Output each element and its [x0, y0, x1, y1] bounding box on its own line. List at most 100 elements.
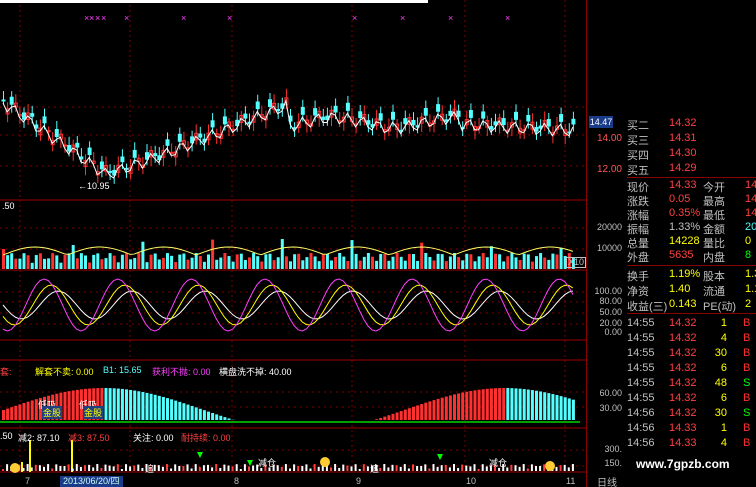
stat-row: 振幅 1.33% 金额 204 [627, 221, 756, 236]
volume-bar [178, 254, 182, 269]
indicator-bar [473, 390, 477, 420]
volume-bar [289, 261, 292, 269]
ind4-label-a: .50 [0, 431, 13, 441]
indicator-bar [432, 400, 436, 420]
indicator4-bar [522, 464, 525, 471]
candle-body [165, 139, 170, 146]
indicator4-bar [198, 466, 201, 471]
indicator-bar [395, 412, 399, 420]
indicator-bar [174, 400, 178, 420]
indicator-bar [559, 396, 563, 420]
indicator4-bar [219, 467, 222, 471]
candle-body [436, 104, 441, 112]
volume-bar [260, 261, 264, 269]
volume-bar [125, 253, 128, 269]
stat-row: 总量 14228 量比 0 [627, 235, 756, 250]
indicator4-bar [2, 469, 4, 471]
volume-bar [256, 256, 260, 269]
volume-bar [149, 254, 153, 269]
volume-bar [317, 261, 321, 269]
candle-body [366, 120, 371, 125]
volume-bar [506, 256, 510, 269]
indicator-bar [63, 391, 67, 420]
volume-bar [559, 247, 563, 269]
indicator4-bar [104, 464, 107, 471]
indicator4-bar [473, 464, 476, 471]
volume-bar [457, 257, 461, 269]
indicator4-bar [539, 465, 542, 471]
stat-row: 涨幅 0.35% 最低 14 [627, 207, 756, 222]
bid-level-price: 14.30 [669, 147, 697, 159]
indicator-bar [424, 402, 428, 420]
indicator4-bar [194, 464, 197, 471]
indicator-bar [530, 390, 534, 420]
volume-bar [375, 260, 379, 269]
volume-bar [485, 257, 489, 269]
volume-bar [211, 239, 215, 269]
volume-bar [305, 257, 309, 269]
candle-body [276, 109, 281, 112]
stat-row: 净资 1.40 流通 1.1 [627, 283, 756, 298]
tick-row: 14:55 14.32 6 B [627, 362, 756, 376]
candle-body [345, 102, 350, 111]
indicator4-bar [207, 464, 209, 471]
indicator4-bar [26, 464, 29, 471]
tick-time: 14:55 [627, 332, 655, 344]
volume-bar [194, 253, 198, 269]
tick-time: 14:55 [627, 362, 655, 374]
volume-bar [526, 254, 530, 269]
tick-side: B [743, 332, 751, 344]
bid-level-label: 买二 [627, 120, 649, 132]
indicator-bar [186, 404, 190, 420]
candle-body [358, 111, 363, 119]
indicator4-bar [346, 465, 349, 471]
indicator-bar [494, 388, 497, 420]
volume-bar [43, 258, 46, 269]
indicator-bar [71, 390, 75, 420]
indicator4-bar [330, 467, 332, 471]
stat-label: 股本 [703, 271, 725, 283]
volume-bar [248, 257, 251, 269]
indicator4-bar [22, 467, 25, 471]
volume-bar [293, 254, 297, 269]
volume-bar [30, 262, 34, 269]
indicator-bar [207, 411, 210, 420]
candle-body [222, 116, 227, 125]
indicator4-bar [309, 468, 312, 471]
indicator-bar [10, 407, 14, 420]
volume-bar [215, 259, 219, 269]
volume-bar [330, 260, 333, 269]
indicator4-bar [55, 464, 58, 471]
indicator4-bar [301, 465, 304, 471]
chart-area[interactable]: × × × × × × × × × × × ←10.95 14.00 12.00 .50 20000… [0, 0, 622, 487]
volume-bar [444, 261, 448, 269]
stat-value: 1.33% [669, 221, 701, 233]
indicator-bar [18, 404, 22, 420]
candle-body [132, 149, 137, 158]
volume-bar [510, 253, 514, 269]
volume-bar [2, 249, 5, 269]
volume-bar [84, 255, 87, 269]
stat-value: 14228 [669, 235, 700, 247]
indicator4-bar [289, 468, 291, 471]
ind3-label-e: 横盘洗不掉: 40.00 [219, 367, 292, 377]
candle-body [124, 167, 129, 170]
indicator-bar [567, 398, 571, 420]
indicator-bar [420, 404, 424, 420]
volume-panel-label: .50 [2, 201, 15, 211]
indicator-bar [223, 417, 227, 420]
indicator-bar [485, 388, 489, 420]
indicator-bar [170, 399, 174, 420]
candle-body [1, 99, 6, 102]
candle-body [22, 112, 26, 120]
candle-body [34, 124, 39, 129]
indicator-bar [563, 397, 567, 420]
indicator-bar [555, 395, 559, 420]
volume-bar [428, 256, 432, 269]
volume-bar [325, 253, 329, 269]
volume-bar [223, 253, 227, 269]
indicator-bar [489, 388, 493, 420]
indicator-bar [448, 395, 452, 420]
footer-label[interactable]: 日线 [597, 474, 617, 487]
volume-bar [383, 253, 387, 269]
